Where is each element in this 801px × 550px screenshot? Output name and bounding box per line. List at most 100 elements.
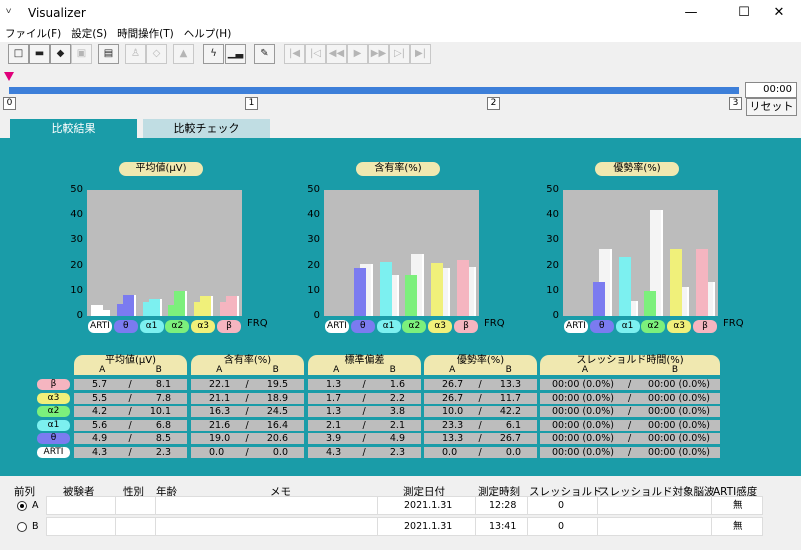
save-button[interactable]: ▣ [71, 44, 92, 64]
record-row[interactable]: 2021.1.31 13:41 0 無 [46, 517, 763, 536]
menu-item-2[interactable]: 時間操作(T) [112, 26, 179, 42]
column-divider [115, 497, 116, 514]
column-divider [475, 518, 476, 535]
value-a: 21.6 [209, 419, 231, 431]
category-label-3: α2 [641, 320, 666, 333]
table-header-3: 優勢率(%) A B [424, 355, 537, 375]
record-label: B [32, 521, 39, 532]
value-b: 2.3 [155, 446, 171, 458]
table-cell: 13.3 / 26.7 [424, 433, 537, 444]
y-tick-label: 40 [546, 209, 559, 221]
plug-button[interactable]: ✎ [254, 44, 275, 64]
save-icon: ▣ [76, 48, 87, 59]
menu-item-3[interactable]: ヘルプ(H) [179, 26, 237, 42]
person-button[interactable]: ♙ [125, 44, 146, 64]
row-label-alpha2: α2 [37, 406, 70, 417]
separator: / [628, 446, 632, 458]
bar-a-4 [670, 248, 683, 316]
play-button[interactable]: ▶ [347, 44, 368, 64]
skip-end-button[interactable]: ▶| [410, 44, 431, 64]
separator: / [478, 419, 482, 431]
forward-button[interactable]: ▶▶ [368, 44, 389, 64]
step-forward-button[interactable]: ▷| [389, 44, 410, 64]
record-arti: 無 [733, 521, 743, 532]
separator: / [628, 419, 632, 431]
value-b: 00:00 (0.0%) [648, 406, 710, 417]
category-label-2: α1 [376, 320, 401, 333]
shield-icon: ◇ [152, 48, 161, 59]
step-back-button[interactable]: |◁ [305, 44, 326, 64]
menu-item-0[interactable]: ファイル(F) [0, 26, 66, 42]
timeline-tick-0[interactable]: 0 [3, 97, 16, 110]
table-header-title: 標準偏差 [344, 355, 385, 366]
position-marker[interactable] [4, 72, 14, 81]
print-button[interactable]: ▤ [98, 44, 119, 64]
record-radio-A[interactable] [17, 501, 27, 511]
record-threshold: 0 [558, 521, 565, 532]
triangle-button[interactable]: ▲ [173, 44, 194, 64]
timeline-tick-1[interactable]: 1 [245, 97, 258, 110]
table-cell: 21.6 / 16.4 [191, 419, 304, 431]
record-threshold: 0 [558, 500, 565, 511]
minimize-button[interactable]: — [669, 0, 713, 26]
bar-chart-button[interactable]: ▁▃ [225, 44, 246, 64]
y-tick-label: 0 [313, 310, 320, 321]
layers-button[interactable]: ◆ [50, 44, 71, 64]
bar-a-5 [457, 260, 469, 316]
tab-comparison-result[interactable]: 比較結果 [10, 119, 137, 139]
value-a: 4.2 [92, 406, 108, 417]
separator: / [362, 433, 366, 444]
lightning-button[interactable]: ϟ [203, 44, 224, 64]
menu-item-1[interactable]: 設定(S) [66, 26, 112, 42]
sub-B: B [155, 365, 162, 375]
bar-a-3 [405, 274, 418, 316]
reset-button[interactable]: リセット [746, 98, 797, 116]
category-label-2: α1 [615, 320, 640, 333]
new-file-button[interactable]: □ [8, 44, 29, 64]
category-label-5: β [217, 320, 241, 333]
rewind-icon: ◀◀ [328, 48, 345, 59]
record-radio-B[interactable] [17, 522, 27, 532]
value-a: 1.3 [326, 379, 342, 390]
column-divider [527, 497, 528, 514]
table-cell: 00:00 (0.0%) / 00:00 (0.0%) [540, 392, 720, 404]
separator: / [128, 433, 132, 444]
chart-title-1: 含有率(%) [356, 162, 440, 176]
record-label: A [32, 500, 39, 511]
timeline-track[interactable] [9, 87, 739, 94]
table-header-title: 平均値(μV) [104, 355, 156, 366]
value-b: 16.4 [266, 419, 288, 431]
bar-a-4 [194, 302, 207, 316]
timeline-tick-3[interactable]: 3 [729, 97, 742, 110]
table-cell: 4.3 / 2.3 [308, 446, 421, 458]
open-folder-button[interactable]: ▬ [29, 44, 50, 64]
x-axis-label: FRQ [723, 318, 744, 329]
table-header-sub: AB [191, 366, 304, 375]
category-label-0: ARTI [325, 320, 349, 333]
skip-start-icon: |◀ [288, 48, 301, 59]
record-row[interactable]: 2021.1.31 12:28 0 無 [46, 496, 763, 515]
time-display: 00:00 [745, 82, 797, 98]
separator: / [362, 392, 366, 404]
sub-A: A [449, 365, 456, 375]
rewind-button[interactable]: ◀◀ [326, 44, 347, 64]
y-tick-label: 50 [546, 184, 559, 195]
value-a: 00:00 (0.0%) [552, 446, 614, 458]
value-a: 00:00 (0.0%) [552, 419, 614, 431]
skip-start-button[interactable]: |◀ [284, 44, 305, 64]
value-b: 42.2 [499, 406, 521, 417]
category-label-1: θ [589, 320, 614, 333]
separator: / [628, 392, 632, 404]
category-label-1: θ [113, 320, 138, 333]
close-button[interactable]: ✕ [757, 0, 801, 26]
bar-a-3 [644, 290, 657, 316]
y-tick-label: 10 [307, 284, 320, 296]
record-date: 2021.1.31 [404, 500, 453, 511]
sub-A: A [581, 365, 589, 375]
timeline-tick-2[interactable]: 2 [487, 97, 500, 110]
tab-comparison-check[interactable]: 比較チェック [143, 119, 270, 139]
category-label-0: ARTI [88, 320, 112, 333]
shield-button[interactable]: ◇ [146, 44, 167, 64]
category-label-4: α3 [667, 320, 692, 333]
table-cell: 00:00 (0.0%) / 00:00 (0.0%) [540, 406, 720, 417]
